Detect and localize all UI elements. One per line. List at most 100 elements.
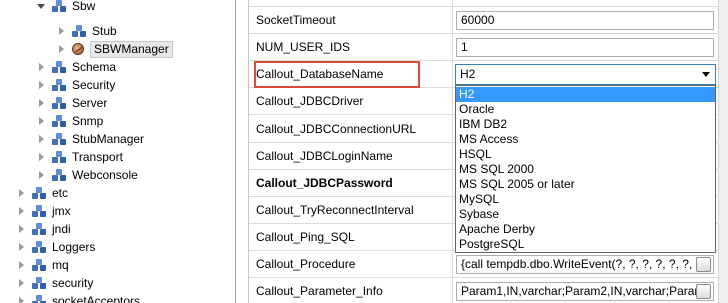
edit-button[interactable] bbox=[696, 284, 711, 299]
tree-item-label: Server bbox=[72, 96, 108, 110]
package-icon bbox=[32, 187, 46, 199]
database-name-dropdown: H2 Oracle IBM DB2 MS Access HSQL MS SQL … bbox=[455, 85, 716, 253]
property-key: RepresentableDataTypes bbox=[256, 0, 391, 7]
dropdown-option-ms-sql-2005[interactable]: MS SQL 2005 or later bbox=[456, 177, 715, 192]
tree-item-socketacceptors[interactable]: socketAcceptors bbox=[16, 292, 140, 303]
dropdown-option-oracle[interactable]: Oracle bbox=[456, 102, 715, 117]
expand-arrow-icon[interactable] bbox=[16, 278, 26, 288]
package-icon bbox=[32, 241, 46, 253]
tree-item-label: etc bbox=[52, 186, 69, 200]
package-icon bbox=[52, 61, 66, 73]
tree-item-sbwmanager[interactable]: SBWManager bbox=[56, 40, 173, 58]
dropdown-option-h2[interactable]: H2 bbox=[456, 87, 715, 102]
tree-item-schema[interactable]: Schema bbox=[36, 58, 116, 76]
expand-arrow-icon[interactable] bbox=[36, 98, 46, 108]
expand-arrow-icon[interactable] bbox=[36, 116, 46, 126]
expand-arrow-icon[interactable] bbox=[16, 296, 26, 303]
expand-arrow-icon[interactable] bbox=[16, 224, 26, 234]
package-icon bbox=[32, 223, 46, 235]
property-value-text: {call tempdb.dbo.WriteEvent(?, ?, ?, ?, … bbox=[461, 257, 693, 271]
tree-item-server[interactable]: Server bbox=[36, 94, 107, 112]
tree-item-stub[interactable]: Stub bbox=[56, 22, 117, 40]
dropdown-option-ms-sql-2000[interactable]: MS SQL 2000 bbox=[456, 162, 715, 177]
tree-item-snmp[interactable]: Snmp bbox=[36, 112, 103, 130]
vertical-scrollbar[interactable] bbox=[718, 0, 728, 303]
tree-item-label: security bbox=[52, 276, 94, 290]
expand-arrow-icon[interactable] bbox=[16, 242, 26, 252]
dropdown-option-ms-access[interactable]: MS Access bbox=[456, 132, 715, 147]
database-name-combobox[interactable]: H2 bbox=[455, 64, 716, 85]
expand-arrow-icon[interactable] bbox=[16, 206, 26, 216]
tree-item-jmx[interactable]: jmx bbox=[16, 202, 71, 220]
property-row: SocketTimeout 60000 bbox=[249, 7, 719, 34]
package-icon bbox=[32, 259, 46, 271]
tree-item-label: jndi bbox=[52, 222, 71, 236]
property-key: Callout_JDBCConnectionURL bbox=[256, 122, 417, 136]
property-row: RepresentableDataTypes bbox=[249, 0, 719, 7]
highlight-box bbox=[254, 61, 420, 88]
package-icon bbox=[72, 25, 86, 37]
tree-item-label: Security bbox=[72, 78, 116, 92]
tree-item-etc[interactable]: etc bbox=[16, 184, 68, 202]
property-value-field[interactable]: Param1,IN,varchar;Param2,IN,varchar;Para… bbox=[456, 282, 714, 301]
navigator-tree: Sbw Stub SBWManager Schema Security Serv… bbox=[0, 0, 236, 303]
expand-arrow-icon[interactable] bbox=[36, 62, 46, 72]
property-value-text: Param1,IN,varchar;Param2,IN,varchar;Para… bbox=[461, 284, 705, 298]
tree-item-jndi[interactable]: jndi bbox=[16, 220, 71, 238]
expand-arrow-icon[interactable] bbox=[56, 44, 66, 54]
package-icon bbox=[52, 115, 66, 127]
property-row: NUM_USER_IDS 1 bbox=[249, 34, 719, 61]
dropdown-option-sybase[interactable]: Sybase bbox=[456, 207, 715, 222]
dropdown-option-mysql[interactable]: MySQL bbox=[456, 192, 715, 207]
tree-item-security-root[interactable]: security bbox=[16, 274, 93, 292]
property-value-field[interactable]: 60000 bbox=[456, 11, 714, 30]
expand-arrow-icon[interactable] bbox=[36, 152, 46, 162]
tree-item-label: Webconsole bbox=[72, 168, 138, 182]
package-icon bbox=[52, 133, 66, 145]
tree-item-transport[interactable]: Transport bbox=[36, 148, 123, 166]
chevron-down-icon[interactable] bbox=[702, 72, 710, 77]
tree-item-label: StubManager bbox=[72, 132, 145, 146]
property-value-field[interactable]: 1 bbox=[456, 38, 714, 57]
tree-item-stubmanager[interactable]: StubManager bbox=[36, 130, 144, 148]
property-key: NUM_USER_IDS bbox=[256, 40, 351, 54]
dropdown-option-postgresql[interactable]: PostgreSQL bbox=[456, 237, 715, 252]
package-icon bbox=[32, 205, 46, 217]
tree-item-label: Loggers bbox=[52, 240, 96, 254]
expand-arrow-icon[interactable] bbox=[36, 80, 46, 90]
property-row: Callout_Parameter_Info Param1,IN,varchar… bbox=[249, 278, 719, 303]
dropdown-option-ibm-db2[interactable]: IBM DB2 bbox=[456, 117, 715, 132]
package-icon bbox=[52, 151, 66, 163]
expand-arrow-icon[interactable] bbox=[16, 260, 26, 270]
edit-button[interactable] bbox=[696, 257, 711, 272]
property-key: SocketTimeout bbox=[256, 13, 336, 27]
property-key: Callout_JDBCDriver bbox=[256, 94, 364, 108]
property-row: Callout_Procedure {call tempdb.dbo.Write… bbox=[249, 251, 719, 278]
package-icon bbox=[52, 97, 66, 109]
tree-item-label: Stub bbox=[92, 24, 117, 38]
tree-item-security[interactable]: Security bbox=[36, 76, 115, 94]
expand-arrow-icon[interactable] bbox=[16, 188, 26, 198]
package-icon bbox=[52, 79, 66, 91]
property-key: Callout_JDBCLoginName bbox=[256, 149, 393, 163]
expand-arrow-icon[interactable] bbox=[36, 1, 46, 11]
property-value-field[interactable]: {call tempdb.dbo.WriteEvent(?, ?, ?, ?, … bbox=[456, 255, 714, 274]
tree-item-webconsole[interactable]: Webconsole bbox=[36, 166, 138, 184]
tree-item-label: Schema bbox=[72, 60, 117, 74]
tree-item-label: Transport bbox=[72, 150, 123, 164]
property-key: Callout_Ping_SQL bbox=[256, 230, 355, 244]
expand-arrow-icon[interactable] bbox=[36, 170, 46, 180]
manager-icon bbox=[72, 43, 84, 55]
tree-item-sbw[interactable]: Sbw bbox=[36, 0, 95, 15]
tree-item-loggers[interactable]: Loggers bbox=[16, 238, 95, 256]
expand-arrow-icon[interactable] bbox=[56, 26, 66, 36]
dropdown-option-hsql[interactable]: HSQL bbox=[456, 147, 715, 162]
package-icon bbox=[32, 277, 46, 289]
dropdown-option-apache-derby[interactable]: Apache Derby bbox=[456, 222, 715, 237]
property-key: Callout_Procedure bbox=[256, 257, 356, 271]
expand-arrow-icon[interactable] bbox=[36, 134, 46, 144]
property-key: Callout_TryReconnectInterval bbox=[256, 203, 414, 217]
tree-item-label: Sbw bbox=[72, 0, 96, 13]
tree-item-mq[interactable]: mq bbox=[16, 256, 69, 274]
tree-item-label: jmx bbox=[52, 204, 71, 218]
